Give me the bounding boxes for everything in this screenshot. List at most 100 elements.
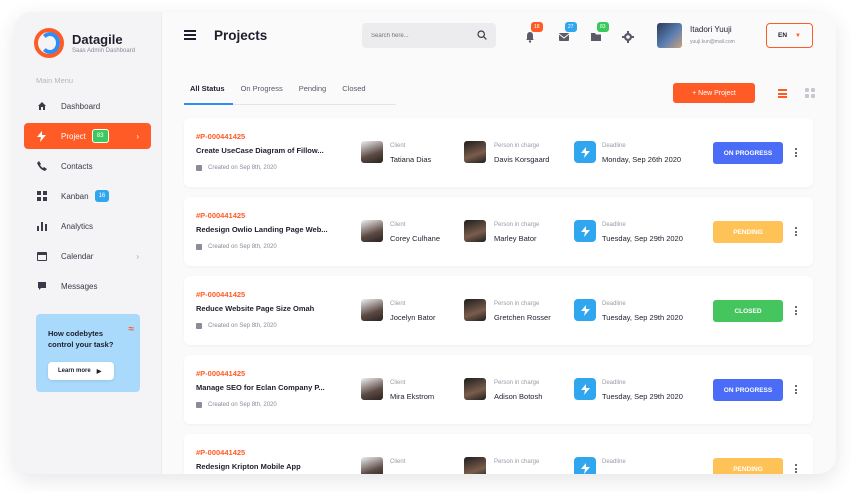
sidebar-item-calendar[interactable]: Calendar › <box>24 243 151 269</box>
person-label: Person in charge <box>494 143 540 149</box>
count-badge: 16 <box>94 190 110 202</box>
project-card[interactable]: #P-000441425 Reduce Website Page Size Om… <box>184 276 813 345</box>
status-badge[interactable]: PENDING <box>713 458 783 474</box>
caret-right-icon: ▶ <box>96 368 102 375</box>
project-card[interactable]: #P-000441425 Manage SEO for Eclan Compan… <box>184 355 813 424</box>
client-name: Mira Ekstrom <box>390 392 435 401</box>
deadline-bolt-icon <box>574 141 596 163</box>
status-badge[interactable]: CLOSED <box>713 300 783 322</box>
more-options-icon[interactable] <box>795 464 797 474</box>
deadline-date: Tuesday, Sep 29th 2020 <box>602 392 683 401</box>
project-name[interactable]: Create UseCase Diagram of Fillow... <box>196 146 342 155</box>
main-content: Projects 18 27 83 Itadori Yuuji yuuji.ku… <box>162 12 836 474</box>
deadline-bolt-icon <box>574 220 596 242</box>
new-project-button[interactable]: + New Project <box>673 83 755 103</box>
tab-closed[interactable]: Closed <box>336 78 371 104</box>
mail-badge: 27 <box>565 22 577 32</box>
project-name[interactable]: Manage SEO for Eclan Company P... <box>196 383 342 392</box>
brand-name: Datagile <box>72 31 123 47</box>
calendar-icon <box>196 402 202 408</box>
person-label: Person in charge <box>494 222 540 228</box>
status-tabs: All Status On Progress Pending Closed <box>184 78 396 105</box>
project-name[interactable]: Reduce Website Page Size Omah <box>196 304 342 313</box>
gear-icon[interactable] <box>622 31 634 43</box>
menu-label: Main Menu <box>36 76 74 85</box>
sidebar-item-label: Project <box>61 131 86 141</box>
promo-card: ≈ How codebytes control your task? Learn… <box>36 314 140 392</box>
project-id: #P-000441425 <box>196 290 246 299</box>
more-options-icon[interactable] <box>795 306 797 317</box>
more-options-icon[interactable] <box>795 385 797 396</box>
avatar[interactable] <box>657 23 682 48</box>
deadline-label: Deadline <box>602 143 626 149</box>
promo-text: How codebytes control your task? <box>48 329 114 349</box>
bolt-icon <box>36 130 47 142</box>
created-date: Created on Sep 8th, 2020 <box>196 323 277 329</box>
sidebar-item-kanban[interactable]: Kanban 16 <box>24 183 151 209</box>
deadline-date: Monday, Sep 26th 2020 <box>602 155 682 164</box>
tab-all-status[interactable]: All Status <box>184 78 233 105</box>
client-avatar <box>361 299 383 321</box>
more-options-icon[interactable] <box>795 227 797 238</box>
sidebar-item-dashboard[interactable]: Dashboard <box>24 93 151 119</box>
deadline-label: Deadline <box>602 380 626 386</box>
phone-icon <box>36 161 47 172</box>
grid-icon <box>36 191 47 202</box>
created-text: Created on Sep 8th, 2020 <box>208 244 277 250</box>
list-view-icon[interactable] <box>778 89 787 100</box>
search-icon[interactable] <box>477 30 487 40</box>
hamburger-menu-icon[interactable] <box>184 30 196 42</box>
caret-down-icon: ▼ <box>795 32 801 39</box>
search-input[interactable] <box>371 32 471 39</box>
deadline-bolt-icon <box>574 457 596 474</box>
page-title: Projects <box>214 28 268 43</box>
project-card[interactable]: #P-000441425 Create UseCase Diagram of F… <box>184 118 813 187</box>
client-label: Client <box>390 143 406 149</box>
project-name[interactable]: Redesign Kripton Mobile App <box>196 462 342 471</box>
user-email: yuuji.kun@mail.com <box>690 39 735 45</box>
brand-subtitle: Saas Admin Dashboard <box>72 47 136 54</box>
created-text: Created on Sep 8th, 2020 <box>208 165 277 171</box>
mail-icon[interactable] <box>558 31 570 43</box>
client-avatar <box>361 378 383 400</box>
language-dropdown[interactable]: EN ▼ <box>766 23 813 48</box>
client-name: Tatiana Dias <box>390 155 432 164</box>
project-card[interactable]: #P-000441425 Redesign Kripton Mobile App… <box>184 434 813 474</box>
client-avatar <box>361 220 383 242</box>
deadline-label: Deadline <box>602 459 626 465</box>
sidebar-item-analytics[interactable]: Analytics <box>24 213 151 239</box>
notification-badge: 18 <box>531 22 543 32</box>
grid-view-icon[interactable] <box>805 88 815 98</box>
sidebar: Datagile Saas Admin Dashboard Main Menu … <box>14 12 162 474</box>
person-avatar <box>464 457 486 474</box>
project-card[interactable]: #P-000441425 Redesign Owlio Landing Page… <box>184 197 813 266</box>
person-label: Person in charge <box>494 301 540 307</box>
language-label: EN <box>778 32 788 39</box>
squiggle-icon: ≈ <box>128 324 134 335</box>
bell-icon[interactable] <box>524 31 536 43</box>
calendar-icon <box>196 323 202 329</box>
tab-on-progress[interactable]: On Progress <box>235 78 289 104</box>
project-name[interactable]: Redesign Owlio Landing Page Web... <box>196 225 342 234</box>
status-badge[interactable]: PENDING <box>713 221 783 243</box>
person-name: Adison Botosh <box>494 392 543 401</box>
status-badge[interactable]: ON PROGRESS <box>713 379 783 401</box>
status-badge[interactable]: ON PROGRESS <box>713 142 783 164</box>
deadline-label: Deadline <box>602 222 626 228</box>
more-options-icon[interactable] <box>795 148 797 159</box>
sidebar-item-messages[interactable]: Messages <box>24 273 151 299</box>
sidebar-item-contacts[interactable]: Contacts <box>24 153 151 179</box>
person-label: Person in charge <box>494 459 540 465</box>
learn-more-button[interactable]: Learn more ▶ <box>48 362 114 380</box>
sidebar-item-label: Kanban <box>61 191 89 201</box>
person-avatar <box>464 141 486 163</box>
learn-more-label: Learn more <box>58 368 91 374</box>
person-avatar <box>464 220 486 242</box>
app-window: Datagile Saas Admin Dashboard Main Menu … <box>14 12 836 474</box>
created-text: Created on Sep 8th, 2020 <box>208 402 277 408</box>
chat-icon <box>36 281 47 292</box>
tab-pending[interactable]: Pending <box>293 78 333 104</box>
folder-icon[interactable] <box>590 31 602 43</box>
brand[interactable]: Datagile Saas Admin Dashboard <box>14 12 161 62</box>
sidebar-item-project[interactable]: Project 83 › <box>24 123 151 149</box>
